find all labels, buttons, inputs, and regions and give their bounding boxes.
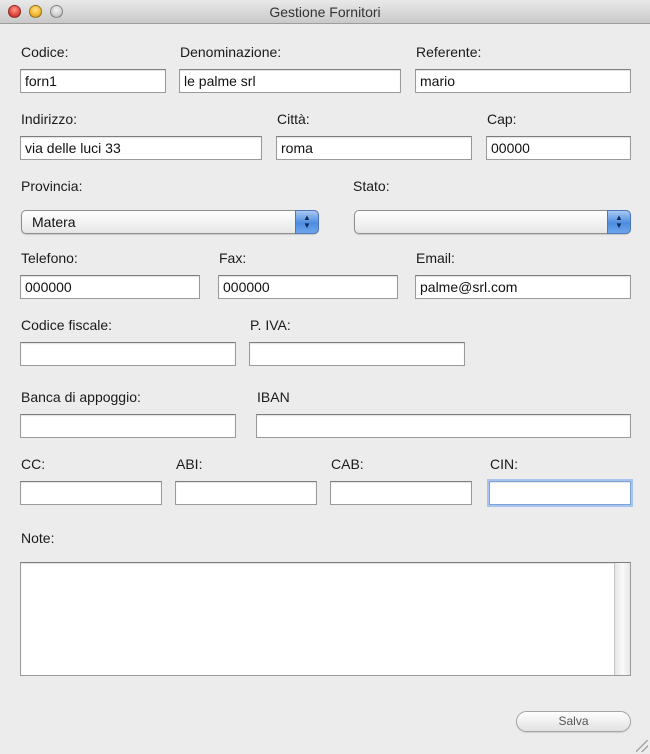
abi-field[interactable] bbox=[175, 481, 317, 505]
fax-label: Fax: bbox=[219, 250, 247, 266]
cc-label: CC: bbox=[21, 456, 46, 472]
banca-label: Banca di appoggio: bbox=[21, 389, 141, 405]
piva-field[interactable] bbox=[249, 342, 465, 366]
email-field[interactable] bbox=[415, 275, 631, 299]
provincia-select[interactable]: Matera ▲ ▼ bbox=[21, 210, 319, 234]
supplier-window: Gestione Fornitori Codice: Denominazione… bbox=[0, 0, 650, 754]
abi-label: ABI: bbox=[176, 456, 203, 472]
iban-field[interactable] bbox=[256, 414, 631, 438]
codice-label: Codice: bbox=[21, 44, 69, 60]
window-title: Gestione Fornitori bbox=[269, 4, 381, 20]
denominazione-label: Denominazione: bbox=[180, 44, 282, 60]
save-button[interactable]: Salva bbox=[516, 711, 631, 732]
citta-label: Città: bbox=[277, 111, 310, 127]
cc-field[interactable] bbox=[20, 481, 162, 505]
fax-field[interactable] bbox=[218, 275, 398, 299]
iban-label: IBAN bbox=[257, 389, 290, 405]
banca-field[interactable] bbox=[20, 414, 236, 438]
cap-label: Cap: bbox=[487, 111, 517, 127]
up-down-arrows-icon: ▲ ▼ bbox=[607, 210, 631, 234]
cin-label: CIN: bbox=[490, 456, 518, 472]
stato-label: Stato: bbox=[353, 178, 390, 194]
referente-label: Referente: bbox=[416, 44, 482, 60]
telefono-label: Telefono: bbox=[21, 250, 78, 266]
cab-label: CAB: bbox=[331, 456, 364, 472]
note-label: Note: bbox=[21, 530, 55, 546]
codice-fiscale-label: Codice fiscale: bbox=[21, 317, 113, 333]
piva-label: P. IVA: bbox=[250, 317, 291, 333]
cab-field[interactable] bbox=[330, 481, 472, 505]
codice-fiscale-field[interactable] bbox=[20, 342, 236, 366]
stato-select[interactable]: ▲ ▼ bbox=[354, 210, 631, 234]
indirizzo-field[interactable] bbox=[20, 136, 262, 160]
provincia-selected-value: Matera bbox=[32, 214, 76, 230]
telefono-field[interactable] bbox=[20, 275, 200, 299]
provincia-label: Provincia: bbox=[21, 178, 83, 194]
denominazione-field[interactable] bbox=[179, 69, 401, 93]
up-down-arrows-icon: ▲ ▼ bbox=[295, 210, 319, 234]
resize-grip-icon[interactable] bbox=[636, 740, 648, 752]
citta-field[interactable] bbox=[276, 136, 472, 160]
indirizzo-label: Indirizzo: bbox=[21, 111, 78, 127]
cap-field[interactable] bbox=[486, 136, 631, 160]
cin-field[interactable] bbox=[489, 481, 631, 505]
title-bar[interactable]: Gestione Fornitori bbox=[0, 0, 650, 24]
codice-field[interactable] bbox=[20, 69, 166, 93]
note-scrollbar[interactable] bbox=[614, 563, 630, 675]
note-textarea[interactable] bbox=[20, 562, 631, 676]
referente-field[interactable] bbox=[415, 69, 631, 93]
email-label: Email: bbox=[416, 250, 455, 266]
